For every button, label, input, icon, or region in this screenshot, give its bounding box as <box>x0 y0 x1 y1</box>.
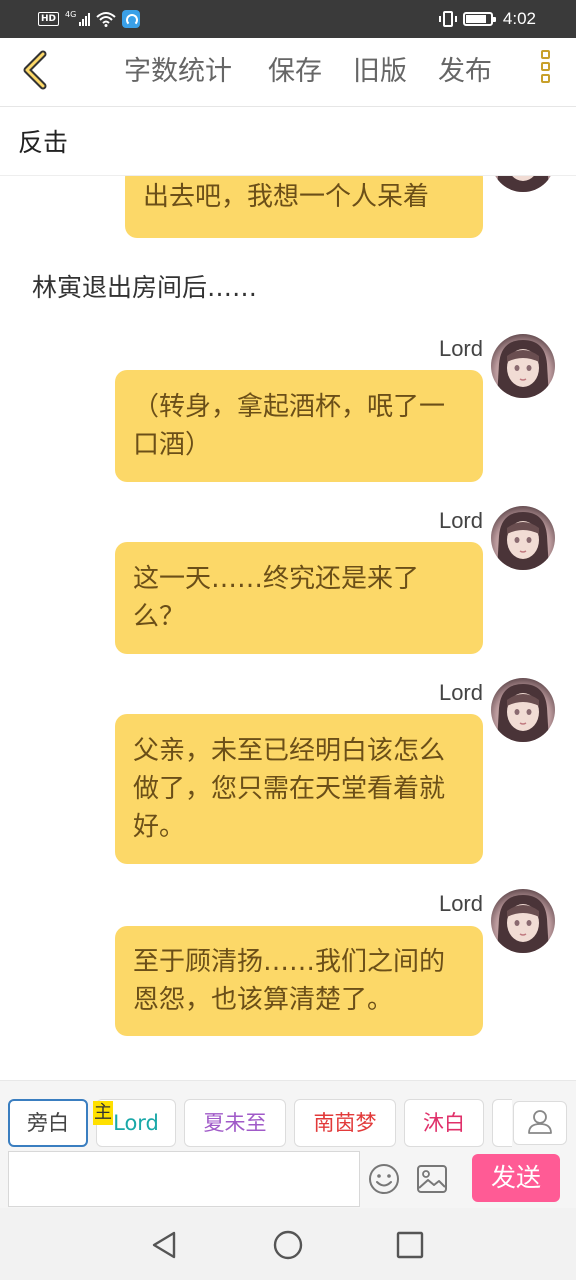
sender-name: Lord <box>438 336 483 361</box>
character-selector: 旁白 Lord 夏未至 南茵梦 沐白 <box>0 1099 576 1149</box>
avatar[interactable] <box>491 678 555 742</box>
save-button[interactable]: 保存 <box>268 52 322 92</box>
chat-list[interactable]: 出去吧，我想一个人呆着 林寅退出房间后…… Lord （转身，拿起酒杯，呡了一口… <box>0 176 576 1080</box>
composer: 旁白 Lord 夏未至 南茵梦 沐白 主 发送 <box>0 1080 576 1209</box>
triangle-back-icon[interactable] <box>148 1228 182 1262</box>
avatar[interactable] <box>491 334 555 398</box>
word-count-button[interactable]: 字数统计 <box>124 52 232 92</box>
message-bubble[interactable]: 出去吧，我想一个人呆着 <box>125 176 483 238</box>
main-character-badge: 主 <box>93 1101 113 1125</box>
network-type: 4G <box>65 9 77 19</box>
avatar[interactable] <box>491 506 555 570</box>
sender-name: Lord <box>438 680 483 705</box>
sender-name: Lord <box>438 508 483 533</box>
person-icon <box>527 1108 553 1138</box>
avatar[interactable] <box>491 889 555 953</box>
character-chip-mu-bai[interactable]: 沐白 <box>404 1099 484 1147</box>
sender-name: Lord <box>438 891 483 916</box>
avatar[interactable] <box>491 176 555 192</box>
back-button[interactable] <box>14 50 58 94</box>
battery-icon <box>462 12 496 26</box>
vibrate-icon <box>438 11 457 27</box>
editor-toolbar: 字数统计 保存 旧版 发布 <box>0 38 576 107</box>
message-input[interactable] <box>8 1151 360 1207</box>
system-nav-bar <box>0 1208 576 1280</box>
smiley-icon[interactable] <box>368 1163 400 1195</box>
wifi-icon <box>96 11 116 27</box>
message-bubble[interactable]: （转身，拿起酒杯，呡了一口酒） <box>115 370 483 482</box>
publish-button[interactable]: 发布 <box>438 52 492 92</box>
hd-indicator: HD <box>38 12 60 26</box>
message-bubble[interactable]: 至于顾清扬……我们之间的恩怨，也该算清楚了。 <box>115 926 483 1036</box>
manage-characters-button[interactable] <box>513 1101 567 1145</box>
message-bubble[interactable]: 这一天……终究还是来了么？ <box>115 542 483 654</box>
chevron-left-icon <box>21 50 51 94</box>
more-vertical-icon <box>540 50 550 59</box>
story-title-row[interactable]: 反击 <box>0 107 576 176</box>
clock: 4:02 <box>502 9 536 28</box>
old-version-button[interactable]: 旧版 <box>353 52 407 92</box>
message-bubble[interactable]: 父亲，未至已经明白该怎么做了，您只需在天堂看着就好。 <box>115 714 483 864</box>
app-notification-icon <box>122 10 141 28</box>
character-chip-xia-weizhi[interactable]: 夏未至 <box>184 1099 286 1147</box>
square-recents-icon[interactable] <box>393 1228 427 1262</box>
story-title: 反击 <box>18 128 69 157</box>
status-bar: HD 4G 4:02 <box>0 0 576 38</box>
character-chip-nan-yinmeng[interactable]: 南茵梦 <box>294 1099 396 1147</box>
narration-text[interactable]: 林寅退出房间后…… <box>32 268 257 304</box>
signal-icon <box>79 12 91 26</box>
battery-level <box>465 15 487 23</box>
image-icon[interactable] <box>416 1164 448 1194</box>
send-button[interactable]: 发送 <box>472 1154 560 1202</box>
more-menu-button[interactable] <box>534 50 556 96</box>
circle-home-icon[interactable] <box>271 1228 305 1262</box>
character-chip-overflow[interactable] <box>492 1099 512 1147</box>
character-chip-narrator[interactable]: 旁白 <box>8 1099 88 1147</box>
